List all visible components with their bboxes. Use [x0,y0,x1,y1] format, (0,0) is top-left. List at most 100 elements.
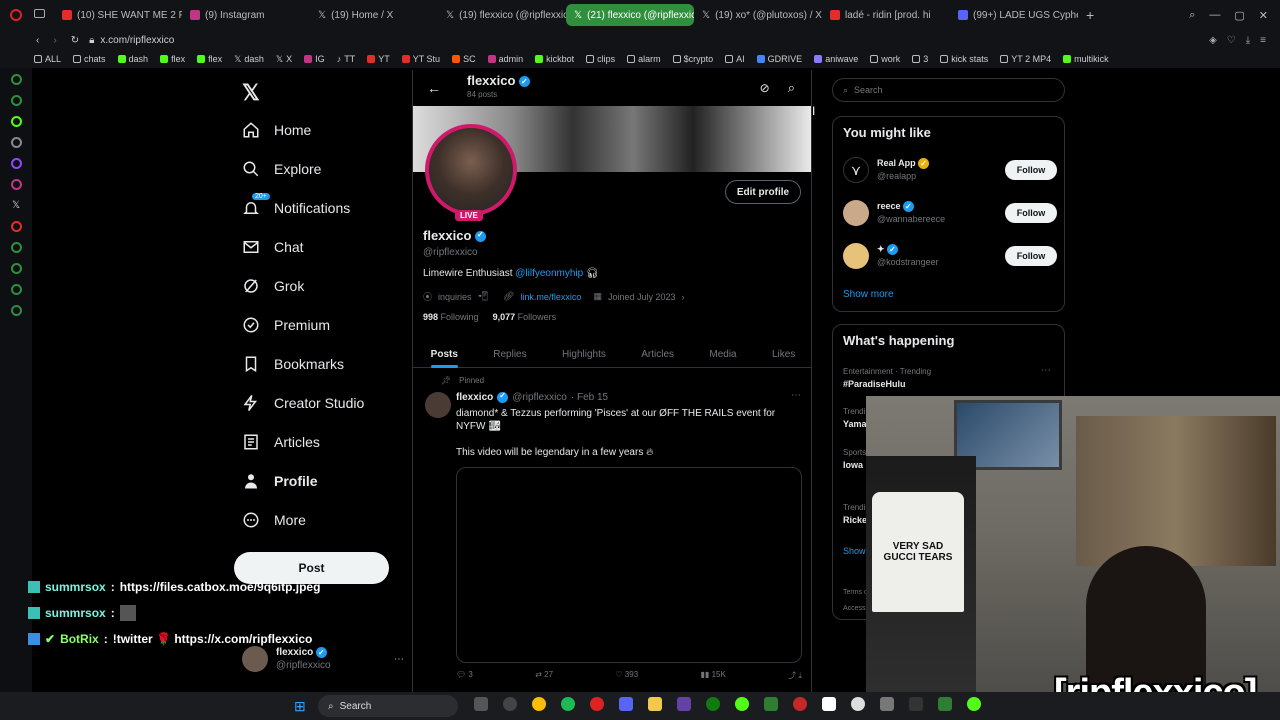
tab-instagram[interactable]: (9) Instagram [182,4,310,26]
x-logo-icon[interactable]: 𝕏 [12,200,20,211]
history-icon[interactable] [10,242,22,253]
bookmark-item[interactable]: 𝕏X [276,54,292,65]
tab-posts[interactable]: Posts [430,340,459,368]
nav-more[interactable]: More [232,500,402,539]
opera-logo-icon[interactable] [10,9,22,21]
bookmark-item[interactable]: multikick [1063,54,1109,64]
bookmark-item[interactable]: kickbot [535,54,574,64]
windows-start-icon[interactable]: ⊞ [294,698,306,715]
tab-youtube[interactable]: (10) SHE WANT ME 2 PULL [54,4,182,26]
bookmark-item[interactable]: dash [117,54,148,64]
bookmark-item[interactable]: aniwave [814,54,858,64]
tab-x-profile[interactable]: 𝕏 (19) flexxico (@ripflexxico [438,4,566,26]
bookmark-item[interactable]: alarm [627,54,661,64]
bookmark-item[interactable]: kick stats [940,54,988,64]
bookmark-icon[interactable]: ♡ [1227,35,1236,46]
suggestion-item[interactable]: ✦ @kodstrangeer Follow [843,239,1057,273]
forward-icon[interactable]: › [53,35,56,46]
new-tab-button[interactable]: + [1078,7,1102,23]
suggestion-item[interactable]: ⋎ Real App @realapp Follow [843,153,1057,187]
views-button[interactable]: ▮▮ 15K [701,670,726,681]
app-icon[interactable] [909,697,923,711]
settings-icon[interactable] [10,305,22,316]
show-more-link[interactable]: Show more [843,289,894,300]
chrome-icon[interactable] [532,697,546,711]
bookmark-item[interactable]: AI [725,54,745,64]
bookmark-item[interactable]: work [870,54,900,64]
follow-button[interactable]: Follow [1005,160,1057,180]
nav-chat[interactable]: Chat [232,227,402,266]
chatgpt-icon[interactable] [851,697,865,711]
search-input[interactable]: ⌕ Search [832,78,1065,102]
task-view-icon[interactable] [474,697,488,711]
nav-grok[interactable]: Grok [232,266,402,305]
tab-x-home[interactable]: 𝕏 (19) Home / X [310,4,438,26]
nav-home[interactable]: Home [232,110,402,149]
bookmark-item[interactable]: flex [197,54,222,64]
search-icon[interactable]: ⌕ [788,80,795,96]
app-icon[interactable] [793,697,807,711]
opera-icon[interactable] [590,697,604,711]
discord-icon[interactable] [619,697,633,711]
sidebar-app-icon[interactable] [10,74,22,85]
follow-button[interactable]: Follow [1005,246,1057,266]
nav-bookmarks[interactable]: Bookmarks [232,344,402,383]
trend-more-icon[interactable]: ⋯ [1041,365,1051,376]
download-icon[interactable]: ⤓ [1246,35,1250,46]
twitch-icon[interactable] [10,158,22,169]
bookmark-item[interactable]: 3 [912,54,928,64]
sidebar-app-icon[interactable] [10,116,22,127]
app-icon[interactable] [880,697,894,711]
app-icon[interactable] [735,697,749,711]
grok-profile-icon[interactable]: ⊘ [760,81,770,95]
bookmark-item[interactable]: YT [367,54,390,64]
nav-notifications[interactable]: 20+ Notifications [232,188,402,227]
bookmark-item[interactable]: 𝕏dash [234,54,264,65]
bookmark-item[interactable]: YT Stu [401,54,440,64]
instagram-icon[interactable] [10,179,22,190]
app-icon[interactable] [764,697,778,711]
tweet-more-icon[interactable]: ⋯ [791,390,801,401]
like-button[interactable]: ♡ 393 [615,670,638,681]
back-icon[interactable]: ‹ [36,35,39,46]
profile-avatar[interactable] [425,124,517,216]
nav-premium[interactable]: Premium [232,305,402,344]
app-icon[interactable] [938,697,952,711]
follow-button[interactable]: Follow [1005,203,1057,223]
bio-mention-link[interactable]: @lilfyeonmyhip [515,268,583,279]
tab-replies[interactable]: Replies [493,340,526,368]
tab-articles[interactable]: Articles [641,340,674,368]
browser-menu[interactable] [0,9,54,21]
tweet-video-player[interactable] [456,467,802,663]
file-explorer-icon[interactable] [648,697,662,711]
trend-item[interactable]: Sports Iowa [843,446,866,472]
youtube-icon[interactable] [10,221,22,232]
tab-highlights[interactable]: Highlights [562,340,606,368]
tab-likes[interactable]: Likes [772,340,795,368]
nav-creator-studio[interactable]: Creator Studio [232,383,402,422]
minimize-button[interactable]: — [1209,9,1220,22]
close-button[interactable]: ✕ [1259,9,1268,22]
tab-x-plutoxos[interactable]: 𝕏 (19) xo* (@plutoxos) / X [694,4,822,26]
bookmark-item[interactable]: clips [586,54,615,64]
nav-profile[interactable]: Profile [232,461,402,500]
bookmark-item[interactable]: YT 2 MP4 [1000,54,1051,64]
reply-button[interactable]: 💬︎ 3 [456,670,473,681]
menu-icon[interactable]: ≡ [1260,35,1266,46]
maximize-button[interactable]: ▢ [1234,9,1244,22]
tab-overview-icon[interactable] [34,9,45,18]
address-field[interactable]: x.com/ripflexxico [100,35,174,46]
settings-icon[interactable] [503,697,517,711]
app-icon[interactable] [967,697,981,711]
profile-website-link[interactable]: link.me/flexxico [520,292,581,302]
followers-link[interactable]: 9,077 Followers [493,312,557,322]
app-icon[interactable] [822,697,836,711]
taskbar-search[interactable]: ⌕ Search [318,695,458,717]
search-tabs-icon[interactable]: ⌕ [1189,9,1195,22]
more-dots-icon[interactable]: ⋯ [394,654,404,665]
extensions-icon[interactable] [10,284,22,295]
tab-x-profile-active[interactable]: 𝕏 (21) flexxico (@ripflexxico [566,4,694,26]
x-home-logo-icon[interactable]: 𝕏 [242,80,260,106]
bookmark-item[interactable]: $crypto [672,54,713,64]
tab-youtube-music[interactable]: ladé - ridin [prod. hi [822,4,950,26]
